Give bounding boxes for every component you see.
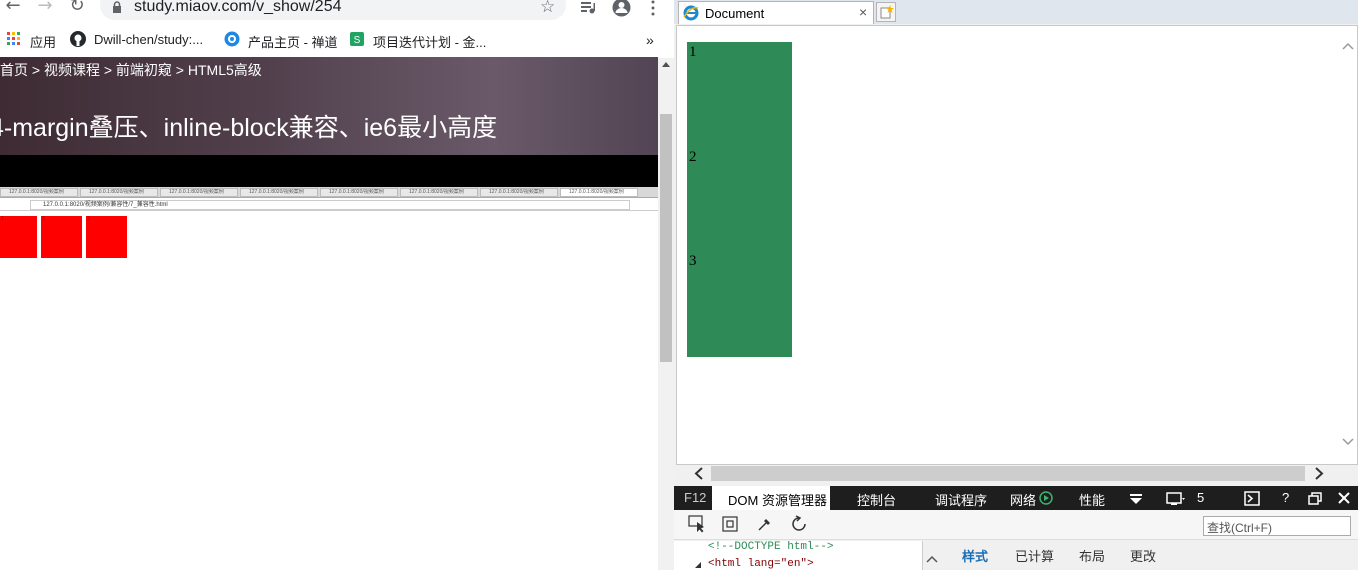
- emulation-icon[interactable]: [1166, 492, 1186, 506]
- back-arrow-icon[interactable]: ←: [4, 0, 22, 16]
- bookmarks-bar: 应用 Dwill-chen/study:... 产品主页 - 禅道 S 项目迭代…: [0, 28, 674, 52]
- refresh-dom-icon[interactable]: [790, 515, 808, 533]
- close-devtools-icon[interactable]: [1338, 492, 1350, 504]
- ie-tab-bar: Document ×: [674, 0, 1358, 24]
- tab-performance[interactable]: 性能: [1079, 490, 1105, 509]
- chrome-window: ← → ↻ study.miaov.com/v_show/254 ☆ 应用 Dw…: [0, 0, 674, 570]
- emulation-count: 5: [1197, 490, 1205, 505]
- mini-url: 127.0.0.1:8020/视频案例/兼容性/7_兼容性.html: [30, 200, 630, 210]
- forward-arrow-icon[interactable]: →: [36, 0, 54, 16]
- url-text[interactable]: study.miaov.com/v_show/254: [134, 0, 342, 16]
- red-box-3: [86, 216, 127, 258]
- html-line[interactable]: <html lang="en">: [708, 558, 814, 570]
- more-bookmarks-icon[interactable]: »: [646, 32, 654, 48]
- more-menu-icon[interactable]: [650, 0, 656, 16]
- scroll-left-icon[interactable]: [694, 467, 704, 480]
- tab-styles[interactable]: 样式: [962, 546, 988, 565]
- mini-tab: 127.0.0.1:8020/视频案例: [240, 188, 318, 197]
- mini-tab: 127.0.0.1:8020/视频案例: [160, 188, 238, 197]
- chrome-toolbar: ← → ↻ study.miaov.com/v_show/254 ☆: [0, 0, 674, 28]
- pane-splitter[interactable]: [922, 541, 942, 570]
- svg-text:S: S: [354, 35, 361, 46]
- video-black-bar: [0, 155, 658, 187]
- mini-tab: 127.0.0.1:8020/视频案例: [480, 188, 558, 197]
- bookmark-star-icon[interactable]: ☆: [540, 0, 555, 17]
- green-box: [687, 42, 792, 357]
- more-tabs-icon[interactable]: [1129, 493, 1143, 505]
- video-title: 4-margin叠压、inline-block兼容、ie6最小高度: [0, 114, 498, 142]
- zentao-icon: [224, 31, 240, 47]
- color-picker-icon[interactable]: [757, 516, 773, 532]
- scroll-up-icon[interactable]: [1342, 42, 1354, 50]
- media-control-icon[interactable]: [580, 0, 596, 16]
- tab-network[interactable]: 网络: [1010, 490, 1036, 509]
- video-browser-tabs: 127.0.0.1:8020/视频案例 127.0.0.1:8020/视频案例 …: [0, 187, 658, 198]
- select-element-icon[interactable]: [688, 515, 706, 533]
- tab-computed[interactable]: 已计算: [1015, 546, 1054, 565]
- ie-hscroll-thumb[interactable]: [711, 466, 1305, 481]
- red-box-label: 2: [42, 216, 45, 222]
- f12-label: F12: [684, 490, 707, 505]
- record-play-icon[interactable]: [1039, 491, 1053, 505]
- undock-icon[interactable]: [1308, 492, 1322, 505]
- mini-tab: 127.0.0.1:8020/视频案例: [320, 188, 398, 197]
- bookmark-github[interactable]: Dwill-chen/study:...: [94, 32, 203, 47]
- mini-tab: 127.0.0.1:8020/视频案例: [400, 188, 478, 197]
- reload-icon[interactable]: ↻: [68, 0, 86, 16]
- scroll-up-arrow-icon[interactable]: [662, 62, 670, 67]
- tab-debugger[interactable]: 调试程序: [935, 490, 987, 509]
- close-icon[interactable]: ×: [859, 4, 867, 20]
- dom-tree: <!--DOCTYPE html--> <html lang="en">: [674, 541, 922, 570]
- tab-dom-explorer-label[interactable]: DOM 资源管理器: [728, 490, 827, 509]
- mini-tab-active: 127.0.0.1:8020/视频案例: [560, 188, 638, 197]
- console-icon[interactable]: [1244, 491, 1260, 506]
- highlight-element-icon[interactable]: [722, 516, 738, 532]
- breadcrumb: 首页 > 视频课程 > 前端初窥 > HTML5高级: [0, 62, 262, 78]
- scroll-right-icon[interactable]: [1314, 467, 1324, 480]
- apps-grid-icon: [7, 32, 20, 45]
- green-label-2: 2: [689, 149, 697, 165]
- new-tab-icon: [880, 5, 894, 19]
- tab-changes[interactable]: 更改: [1130, 546, 1156, 565]
- bookmark-zentao[interactable]: 产品主页 - 禅道: [248, 32, 338, 51]
- find-input[interactable]: 查找(Ctrl+F): [1203, 516, 1351, 536]
- lock-icon: [113, 1, 121, 13]
- scroll-down-icon[interactable]: [1342, 438, 1354, 446]
- video-browser-address: 127.0.0.1:8020/视频案例/兼容性/7_兼容性.html: [0, 199, 658, 211]
- red-box-1: [0, 216, 37, 258]
- green-label-1: 1: [689, 44, 697, 60]
- help-icon[interactable]: ?: [1282, 490, 1289, 505]
- profile-avatar-icon[interactable]: [612, 0, 631, 17]
- new-tab-button[interactable]: [876, 2, 896, 22]
- ie-vertical-scrollbar[interactable]: [1338, 40, 1356, 460]
- red-box-2: [41, 216, 82, 258]
- mini-tab: 127.0.0.1:8020/视频案例: [0, 188, 78, 197]
- green-label-3: 3: [689, 253, 697, 269]
- scroll-up-icon[interactable]: [926, 555, 938, 563]
- bookmark-apps[interactable]: 应用: [30, 32, 56, 51]
- ie-tab-document[interactable]: Document ×: [678, 1, 874, 24]
- sheets-icon: S: [350, 32, 364, 46]
- ie-tab-title: Document: [705, 6, 765, 21]
- mini-tab: 127.0.0.1:8020/视频案例: [80, 188, 158, 197]
- ie-logo-icon: [683, 5, 699, 21]
- red-box-label: 1: [1, 216, 4, 222]
- github-icon: [70, 31, 86, 47]
- scrollbar-thumb[interactable]: [660, 114, 672, 362]
- tab-console[interactable]: 控制台: [857, 490, 896, 509]
- tab-layout[interactable]: 布局: [1079, 546, 1105, 565]
- bookmark-iteration[interactable]: 项目迭代计划 - 金...: [373, 32, 486, 51]
- expand-triangle-icon[interactable]: [694, 561, 702, 569]
- doctype-line[interactable]: <!--DOCTYPE html-->: [708, 541, 833, 553]
- red-box-label: 3: [87, 216, 90, 222]
